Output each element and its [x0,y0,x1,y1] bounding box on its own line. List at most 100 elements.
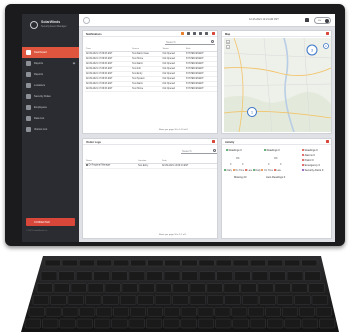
side-stat-label: Patrol [304,159,312,162]
chevron-down-icon [72,61,76,65]
notifications-panel: Notifications Search Time Source Status [82,30,218,134]
side-stat-value: 0 [316,149,318,152]
cell-location: Test Entry [137,163,162,169]
refresh-icon[interactable] [187,32,190,36]
zoom-in-button[interactable]: + [226,40,230,44]
keyboard-key [298,306,315,317]
sidebar-item-locations[interactable]: Locations [22,80,79,91]
keyboard-key [180,306,197,317]
search-icon [211,40,214,43]
keyboard-key [70,283,87,293]
connected-button[interactable]: CONNECTED [26,218,75,226]
keyboard-key [145,318,163,329]
top-bar: 12-23-2021 12:21 AM CST SS [79,14,335,27]
legend-label: Late [247,169,253,172]
logo-name: SolarWinds [41,20,61,24]
keyboard-key [181,259,198,267]
location-icon [26,83,31,88]
settings-icon[interactable] [205,32,208,36]
sidebar-item-security-rules[interactable]: Security Rules [22,91,79,102]
notifications-pagination[interactable]: Rows per page 10 ▾ 1-10 of 8 [159,128,188,131]
missing-count: 23 [243,176,247,179]
alarm-icon[interactable] [181,32,184,36]
sidebar-item-label: Reports [34,73,44,76]
keyboard-key [163,306,180,317]
keyboard-key [45,306,62,317]
keyboard-key [121,283,138,293]
star-icon[interactable] [199,32,202,36]
legend-label: Late [276,169,281,172]
keyboard-key [58,271,75,282]
keyboard-key [130,259,147,267]
table-row[interactable]: Dr Regional Manager Test Entry 02-09-202… [85,163,217,169]
cell-date: 02-09-2021 13:09:13 EST [161,163,217,169]
activity-panel: Activity Readings 0 Readings 0 0% 0% 0 0… [221,138,332,239]
menu-toggle-button[interactable] [83,17,90,24]
keyboard-key [44,259,61,267]
visitor-search-input[interactable]: Search [181,148,217,154]
keyboard-key [50,295,67,305]
sidebar-item-label: Employees [34,106,47,109]
keyboard-key [304,271,321,282]
group-count: 0 [278,149,280,152]
keyboard-key [32,295,50,305]
keyboard-key [284,318,301,329]
keyboard-key [155,283,172,293]
zoom-out-button[interactable]: − [226,45,230,49]
keyboard-key [276,295,294,305]
keyboard-key [291,283,308,293]
connected-button-label: CONNECTED [34,220,50,224]
map-canvas: 3 1 1 [224,38,331,132]
side-stat-security-alerts: Security Alerts 0 [302,169,323,172]
stat-value: 0 [230,163,232,166]
sidebar-item-dashboard[interactable]: Dashboard [22,47,79,58]
keyboard-key [216,271,233,282]
report-icon [26,72,31,77]
keyboard-key [267,318,284,329]
sidebar-item-employees[interactable]: Employees [22,102,79,113]
keyboard-key [215,318,232,329]
visitor-pagination[interactable]: Rows per page 10 ▾ 1-1 of 1 [159,233,187,236]
sidebar-item-visitors-list[interactable]: Visitors List [22,124,79,135]
expand-icon[interactable] [326,140,329,144]
keyboard-key [206,283,223,293]
expand-icon[interactable] [212,140,215,144]
sidebar-item-data-list[interactable]: Data List [22,113,79,124]
side-stat-value: 0 [313,154,315,157]
keyboard-key [265,306,281,317]
sidebar-item-reports-2[interactable]: Reports [22,69,79,80]
monitor-bezel: SolarWinds Security Event Manager Dashbo… [5,4,345,246]
keyboard-key [164,259,181,267]
keyboard-key [137,295,154,305]
filter-icon[interactable] [305,18,309,22]
legend-label: Daily [255,169,261,172]
map-view[interactable]: 3 1 1 + − [224,38,331,132]
keyboard-key [248,306,265,317]
keyboard-key [130,306,146,317]
sidebar-item-label: Data List [34,117,45,120]
keyboard-key [232,318,249,329]
user-menu[interactable]: SS [314,17,331,24]
notifications-search-input[interactable]: Search [165,39,215,45]
panel-header: Map [222,31,331,37]
sidebar-item-reports[interactable]: Reports [22,58,79,69]
auto-readings-stat: Auto Readings 0 [266,176,285,179]
keyboard-key [146,271,163,282]
warning-icon[interactable] [193,32,196,36]
keyboard-key [113,259,130,267]
shield-icon [26,94,31,99]
stat-value: 0 [242,163,244,166]
expand-icon[interactable] [212,32,215,36]
sidebar-nav: Dashboard Reports Reports Locations Secu… [22,47,79,135]
panel-title: Notifications [86,32,102,36]
keyboard-key [172,295,189,305]
keyboard-key [240,283,257,293]
keyboard-key [128,318,145,329]
stat-percent: 0% [274,157,278,160]
app-screen: SolarWinds Security Event Manager Dashbo… [22,14,335,242]
table-row[interactable]: 02-09-2021 17:06:03 EST Test Home Not Open… [85,86,217,92]
keyboard-key [251,271,269,282]
stat-value: 0 [280,163,282,166]
expand-icon[interactable] [326,32,329,36]
dashboard-icon [26,50,31,55]
